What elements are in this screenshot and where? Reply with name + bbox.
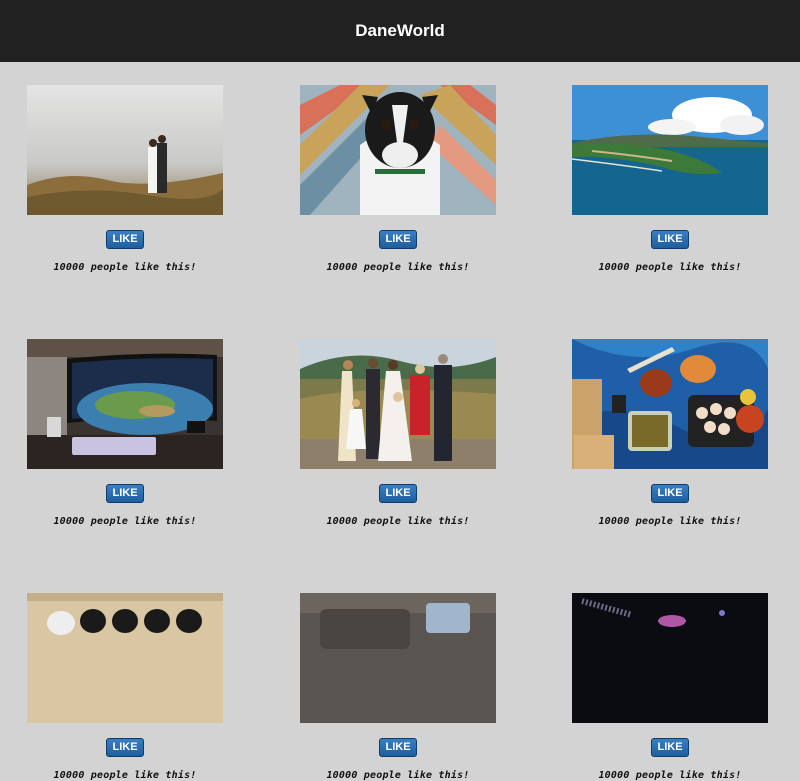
like-button[interactable]: LIKE — [106, 230, 144, 249]
photo-family-wedding-group[interactable] — [300, 339, 496, 469]
photo-wedding-couple-fog[interactable] — [27, 85, 223, 215]
photo-dark-night-scene[interactable] — [572, 593, 768, 723]
site-title: DaneWorld — [355, 21, 445, 40]
photo-curved-monitor-desk[interactable] — [27, 339, 223, 469]
photo-card: LIKE 10000 people like this! — [572, 339, 768, 527]
like-button[interactable]: LIKE — [106, 484, 144, 503]
like-count-text: 10000 people like this! — [53, 770, 197, 781]
photo-picnic-food-blanket[interactable] — [572, 339, 768, 469]
photo-card: LIKE 10000 people like this! — [27, 593, 223, 781]
like-button[interactable]: LIKE — [379, 484, 417, 503]
like-button[interactable]: LIKE — [379, 738, 417, 757]
like-button[interactable]: LIKE — [106, 738, 144, 757]
like-count-text: 10000 people like this! — [326, 770, 470, 781]
header-bar: DaneWorld — [0, 0, 800, 62]
photo-card: LIKE 10000 people like this! — [300, 339, 496, 527]
photo-card: LIKE 10000 people like this! — [572, 593, 768, 781]
photo-card: LIKE 10000 people like this! — [572, 85, 768, 273]
like-count-text: 10000 people like this! — [326, 262, 470, 273]
like-button[interactable]: LIKE — [379, 230, 417, 249]
like-count-text: 10000 people like this! — [598, 770, 742, 781]
like-count-text: 10000 people like this! — [326, 516, 470, 527]
like-count-text: 10000 people like this! — [53, 262, 197, 273]
photo-sofa-cushions[interactable] — [300, 593, 496, 723]
like-button[interactable]: LIKE — [651, 484, 689, 503]
like-count-text: 10000 people like this! — [598, 516, 742, 527]
photo-boston-terrier-dog[interactable] — [300, 85, 496, 215]
photo-card: LIKE 10000 people like this! — [27, 85, 223, 273]
like-button[interactable]: LIKE — [651, 230, 689, 249]
like-button[interactable]: LIKE — [651, 738, 689, 757]
like-count-text: 10000 people like this! — [598, 262, 742, 273]
photo-aerial-island-coast[interactable] — [572, 85, 768, 215]
like-count-text: 10000 people like this! — [53, 516, 197, 527]
photo-card: LIKE 10000 people like this! — [300, 593, 496, 781]
photo-card: LIKE 10000 people like this! — [300, 85, 496, 273]
photo-shoes-on-floor[interactable] — [27, 593, 223, 723]
photo-card: LIKE 10000 people like this! — [27, 339, 223, 527]
